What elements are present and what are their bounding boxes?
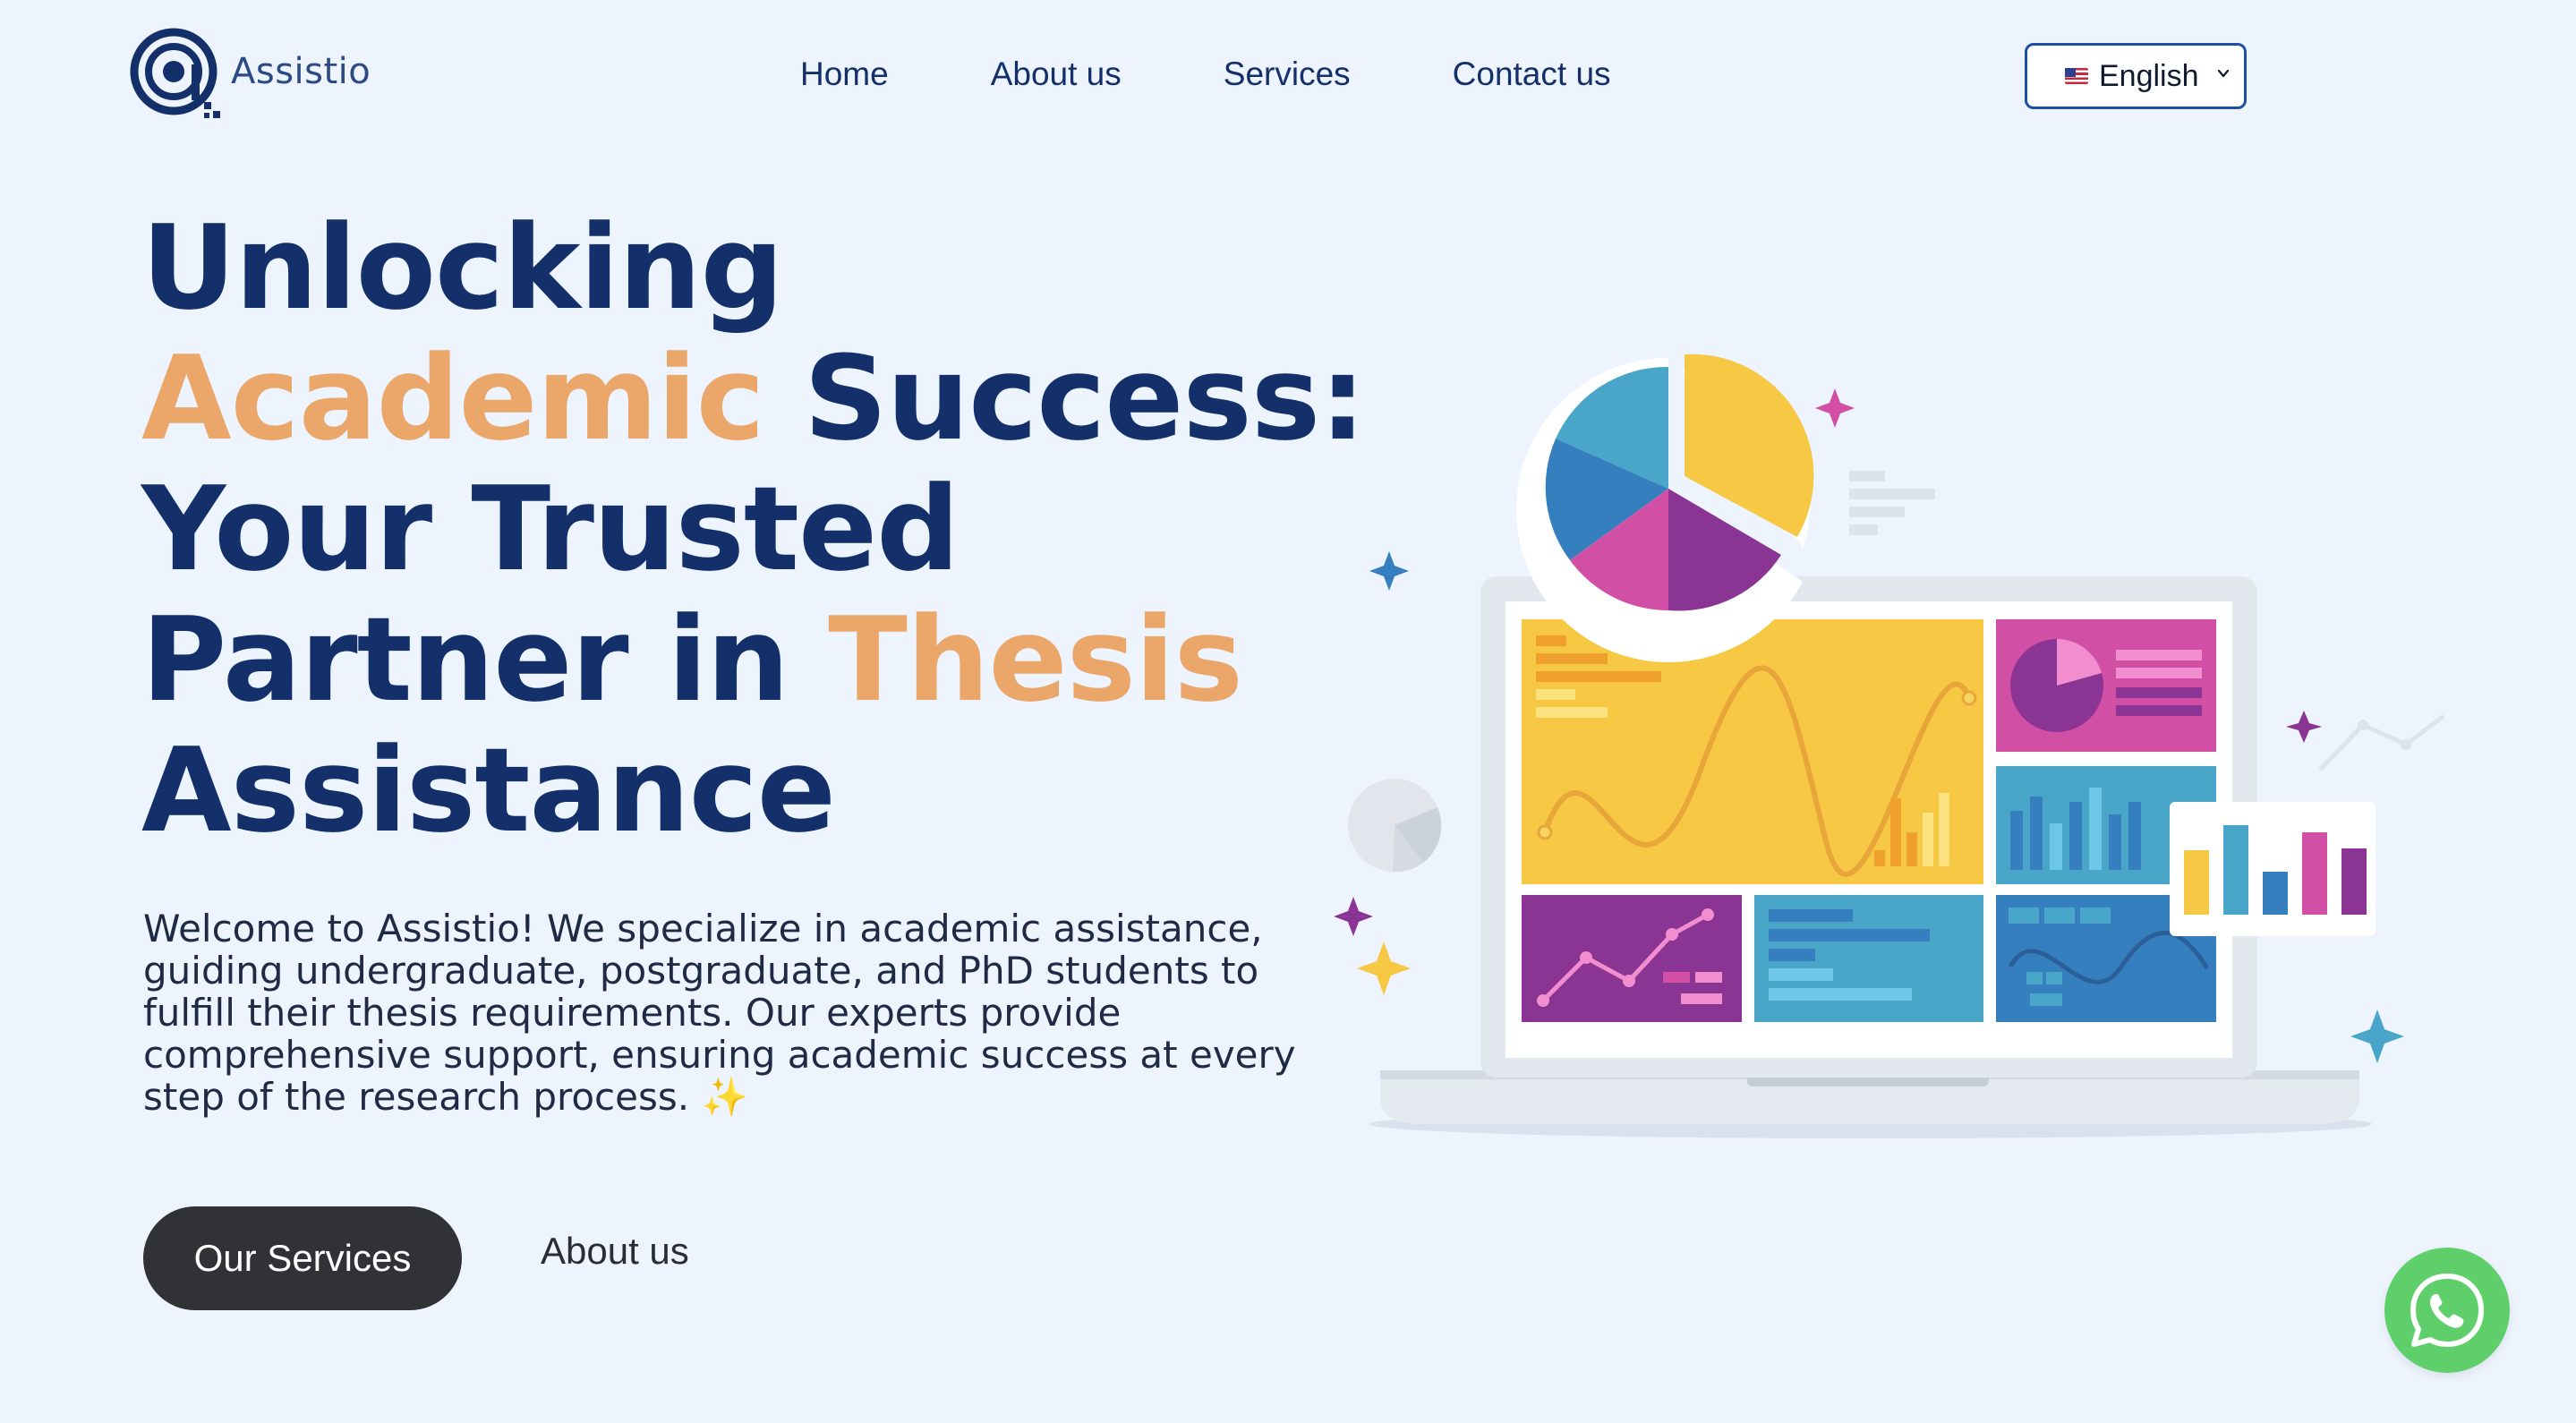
headline-line-5: Assistance <box>141 722 836 858</box>
headline-accent-academic: Academic <box>141 330 765 466</box>
brand-logo[interactable]: Assistio <box>129 27 371 124</box>
hero-headline: Unlocking Academic Success: Your Trusted… <box>141 200 1366 858</box>
brand-name: Assistio <box>231 51 371 92</box>
analytics-illustration-svg <box>1334 354 2445 1138</box>
headline-partner-in: Partner in <box>141 592 829 728</box>
about-us-link[interactable]: About us <box>541 1230 689 1273</box>
headline-line-1: Unlocking <box>141 200 784 336</box>
headline-accent-thesis: Thesis <box>828 592 1243 728</box>
our-services-button[interactable]: Our Services <box>143 1206 462 1310</box>
language-selected-label: English <box>2099 58 2199 93</box>
headline-line-2: Academic Success: <box>141 330 1366 466</box>
nav-contact-us[interactable]: Contact us <box>1453 55 1611 93</box>
sparkles-icon: ✨ <box>701 1075 748 1119</box>
headline-line-3: Your Trusted <box>141 461 960 597</box>
nav-home[interactable]: Home <box>800 55 889 93</box>
nav-about-us[interactable]: About us <box>991 55 1122 93</box>
hero-description: Welcome to Assistio! We specialize in ac… <box>143 907 1361 1118</box>
landing-page: Assistio Home About us Services Contact … <box>0 0 2576 1423</box>
headline-line-4: Partner in Thesis <box>141 594 1365 725</box>
analytics-laptop-illustration <box>1325 340 2452 1146</box>
us-flag-icon <box>2065 68 2088 84</box>
whatsapp-icon <box>2410 1274 2484 1347</box>
whatsapp-button[interactable] <box>2384 1248 2510 1373</box>
chevron-down-icon <box>2217 69 2230 78</box>
headline-success: Success: <box>763 330 1366 466</box>
main-nav: Home About us Services Contact us <box>800 55 1611 93</box>
nav-services[interactable]: Services <box>1224 55 1351 93</box>
at-sign-logo-icon <box>130 28 220 118</box>
language-select[interactable]: English <box>2025 43 2247 109</box>
